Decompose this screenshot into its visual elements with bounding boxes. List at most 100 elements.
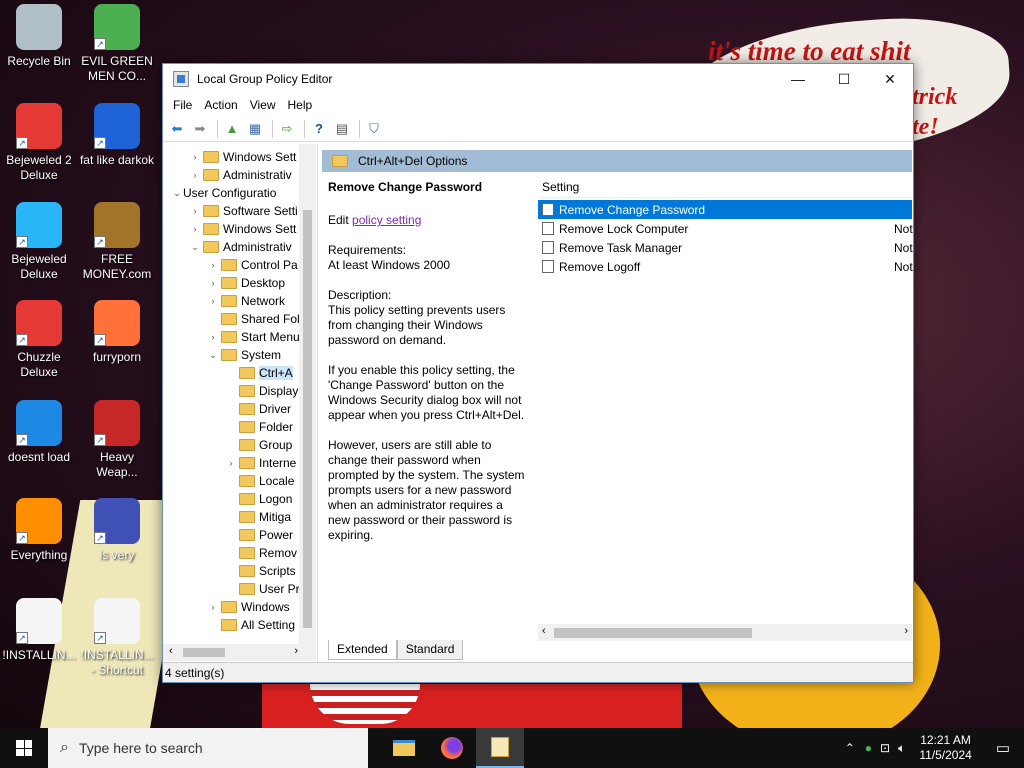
tree-item[interactable]: Locale <box>225 472 294 490</box>
tree-item[interactable]: Scripts <box>225 562 296 580</box>
back-icon[interactable]: ⬅ <box>167 119 187 139</box>
firefox-taskbar-icon[interactable] <box>428 728 476 768</box>
expand-chevron-icon[interactable]: ⌄ <box>207 350 219 361</box>
tree-item[interactable]: › Interne <box>225 454 297 472</box>
tree-item[interactable]: › Desktop <box>207 274 286 292</box>
setting-row[interactable]: Remove Task Manager Not <box>538 238 913 257</box>
desktop-icon[interactable]: ↗ furryporn <box>78 300 156 365</box>
network-icon[interactable]: ⊡ <box>876 741 894 755</box>
desktop-icon[interactable]: ↗ Bejeweled 2 Deluxe <box>0 103 78 183</box>
maximize-button[interactable]: ☐ <box>821 64 867 94</box>
tree-item[interactable]: ⌄ System <box>207 346 281 364</box>
tree-item[interactable]: Power <box>225 526 293 544</box>
desktop-icon[interactable]: ↗ fat like darkok <box>78 103 156 168</box>
scroll-left-icon[interactable]: ‹ <box>542 625 546 637</box>
help-icon[interactable]: ? <box>309 119 329 139</box>
title-bar[interactable]: Local Group Policy Editor — ☐ ✕ <box>163 64 913 94</box>
tree-item[interactable]: › Administrativ <box>189 166 292 184</box>
tree-item[interactable]: › Start Menu <box>207 328 300 346</box>
taskbar-search[interactable]: ⌕ Type here to search <box>48 728 368 768</box>
tree-item[interactable]: Display <box>225 382 298 400</box>
desktop-icon[interactable]: ↗ !INSTALLIN... <box>0 598 78 663</box>
tree-item[interactable]: ⌄ Administrativ <box>189 238 291 256</box>
expand-chevron-icon[interactable]: ⌄ <box>171 188 183 199</box>
expand-chevron-icon[interactable]: › <box>189 224 201 234</box>
desktop-icon[interactable]: ↗ Chuzzle Deluxe <box>0 300 78 380</box>
desktop-icon[interactable]: ↗ FREE MONEY.com <box>78 202 156 282</box>
filter-icon[interactable]: ⛉ <box>364 119 384 139</box>
scroll-right-icon[interactable]: › <box>294 645 298 657</box>
forward-icon[interactable]: ➡ <box>190 119 210 139</box>
tree-item[interactable]: Driver <box>225 400 291 418</box>
tree-item[interactable]: Mitiga <box>225 508 291 526</box>
desktop-icon[interactable]: Recycle Bin <box>0 4 78 69</box>
tree-item[interactable]: All Setting <box>207 616 295 634</box>
minimize-button[interactable]: — <box>775 64 821 94</box>
tree-item[interactable]: › Network <box>207 292 286 310</box>
tree-item[interactable]: › Windows Sett <box>189 220 297 238</box>
expand-chevron-icon[interactable]: › <box>189 206 201 216</box>
menu-action[interactable]: Action <box>198 98 243 112</box>
tree-item[interactable]: › Software Setti <box>189 202 298 220</box>
desktop-icon[interactable]: ↗ !INSTALLIN... - Shortcut <box>78 598 156 678</box>
desktop-icon[interactable]: ↗ doesnt load <box>0 400 78 465</box>
file-explorer-taskbar-icon[interactable] <box>380 728 428 768</box>
tree-item[interactable]: User Pr <box>225 580 300 598</box>
expand-chevron-icon[interactable]: › <box>207 278 219 288</box>
expand-chevron-icon[interactable]: ⌄ <box>189 242 201 253</box>
tree-item-label: Administrativ <box>223 168 292 182</box>
expand-chevron-icon[interactable]: › <box>189 152 201 162</box>
tree-item[interactable]: Remov <box>225 544 297 562</box>
tree-item[interactable]: › Windows <box>207 598 290 616</box>
up-folder-icon[interactable]: ▲ <box>222 119 242 139</box>
list-horizontal-scrollbar[interactable]: ‹ › <box>538 624 912 641</box>
tree-horizontal-scrollbar[interactable]: ‹ › <box>163 644 316 661</box>
list-hscroll-thumb[interactable] <box>554 628 752 638</box>
setting-row[interactable]: Remove Lock Computer Not <box>538 219 913 238</box>
export-list-icon[interactable]: ⇨ <box>277 119 297 139</box>
expand-chevron-icon[interactable]: › <box>207 296 219 306</box>
desktop-icon[interactable]: ↗ EVIL GREEN MEN CO... <box>78 4 156 84</box>
menu-help[interactable]: Help <box>282 98 319 112</box>
close-button[interactable]: ✕ <box>867 64 913 94</box>
desktop-icon[interactable]: ↗ Bejeweled Deluxe <box>0 202 78 282</box>
setting-row[interactable]: Remove Logoff Not <box>538 257 913 276</box>
menu-file[interactable]: File <box>167 98 198 112</box>
notifications-icon[interactable]: ▭ <box>982 739 1024 757</box>
tree-hscroll-thumb[interactable] <box>183 648 225 657</box>
expand-chevron-icon[interactable]: › <box>207 332 219 342</box>
tree-item-label: System <box>241 348 282 362</box>
properties-icon[interactable]: ▤ <box>332 119 352 139</box>
tree-item[interactable]: Shared Fol <box>207 310 300 328</box>
desktop-icon[interactable]: ↗ is very <box>78 498 156 563</box>
user-tray-icon[interactable]: ● <box>861 741 876 755</box>
expand-chevron-icon[interactable]: › <box>189 170 201 180</box>
desktop-icon[interactable]: ↗ Everything <box>0 498 78 563</box>
start-button[interactable] <box>0 728 48 768</box>
tree-item[interactable]: Group <box>225 436 292 454</box>
chevron-up-icon[interactable]: ⌃ <box>839 741 861 755</box>
tree-item[interactable]: Logon <box>225 490 292 508</box>
scroll-left-icon[interactable]: ‹ <box>169 645 173 657</box>
tab-standard[interactable]: Standard <box>396 640 464 660</box>
expand-chevron-icon[interactable]: › <box>207 260 219 270</box>
desktop-icon[interactable]: ↗ Heavy Weap... <box>78 400 156 480</box>
tree-item[interactable]: Ctrl+A <box>225 364 293 382</box>
edit-policy-link[interactable]: policy setting <box>352 213 421 227</box>
expand-chevron-icon[interactable]: › <box>207 602 219 612</box>
tree-scroll-thumb[interactable] <box>303 210 312 628</box>
volume-icon[interactable]: 🔈︎ <box>894 741 909 756</box>
show-hide-tree-icon[interactable]: ▦ <box>245 119 265 139</box>
menu-view[interactable]: View <box>244 98 282 112</box>
tree-item[interactable]: ⌄ User Configuratio <box>171 184 276 202</box>
gpedit-taskbar-icon[interactable] <box>476 728 524 768</box>
tree-item[interactable]: › Windows Sett <box>189 148 297 166</box>
setting-column-header[interactable]: Setting <box>538 176 912 198</box>
tree-item[interactable]: › Control Pa <box>207 256 298 274</box>
tree-item[interactable]: Folder <box>225 418 293 436</box>
clock[interactable]: 12:21 AM 11/5/2024 <box>909 733 982 763</box>
scroll-right-icon[interactable]: › <box>904 625 908 637</box>
tab-extended[interactable]: Extended <box>328 640 397 660</box>
setting-row[interactable]: Remove Change Password <box>538 200 912 219</box>
expand-chevron-icon[interactable]: › <box>225 458 237 468</box>
